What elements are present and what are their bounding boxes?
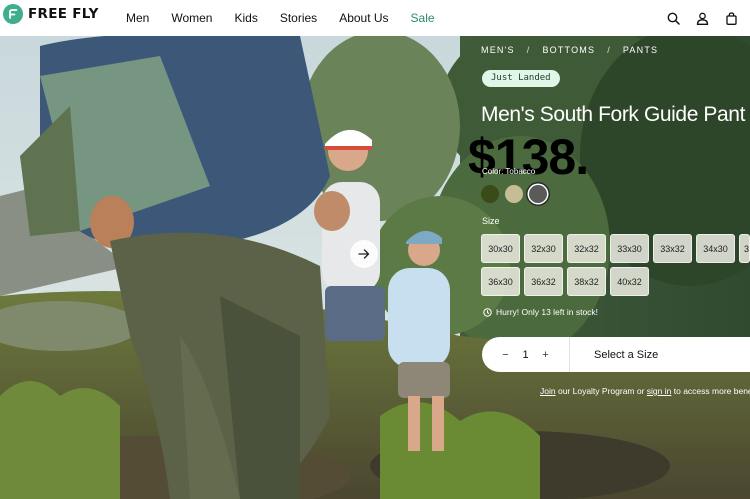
quantity-increase-button[interactable]: + [537,349,555,361]
product-info-panel: MEN'S / BOTTOMS / PANTS Just Landed Men'… [0,36,750,499]
nav-item-sale[interactable]: Sale [411,11,435,25]
breadcrumb-pants[interactable]: PANTS [623,45,658,55]
sign-in-link[interactable]: sign in [647,386,672,396]
color-swatch-slate[interactable] [529,185,547,203]
quantity-value[interactable]: 1 [515,349,537,361]
account-icon[interactable] [695,11,709,25]
stock-text: Hurry! Only 13 left in stock! [496,307,599,317]
stock-notice: Hurry! Only 13 left in stock! [483,307,598,317]
size-option-33x30[interactable]: 33x30 [610,234,649,263]
search-icon[interactable] [666,11,680,25]
breadcrumb-separator: / [607,45,611,55]
select-size-button[interactable]: Select a Size [594,349,658,361]
nav-item-kids[interactable]: Kids [234,11,257,25]
main-nav: Men Women Kids Stories About Us Sale [126,0,457,36]
product-title: Men's South Fork Guide Pant [481,103,746,126]
size-option-36x30[interactable]: 36x30 [481,267,520,296]
color-swatch-khaki[interactable] [505,185,523,203]
loyalty-text-end: to access more benefits [673,386,750,396]
nav-item-women[interactable]: Women [171,11,212,25]
quantity-decrease-button[interactable]: − [497,349,515,361]
breadcrumb: MEN'S / BOTTOMS / PANTS [481,45,658,55]
nav-item-stories[interactable]: Stories [280,11,317,25]
size-option-34x30[interactable]: 34x30 [696,234,735,263]
loyalty-message: Join our Loyalty Program or sign in to a… [540,386,750,396]
quantity-stepper: − 1 + [482,337,570,372]
size-option-33x32[interactable]: 33x32 [653,234,692,263]
breadcrumb-separator: / [526,45,531,55]
size-option-38x32[interactable]: 38x32 [567,267,606,296]
free-fly-logo-icon [3,4,23,24]
breadcrumb-bottoms[interactable]: BOTTOMS [542,45,595,55]
join-link[interactable]: Join [540,386,556,396]
size-option-30x30[interactable]: 30x30 [481,234,520,263]
size-option-32x32[interactable]: 32x32 [567,234,606,263]
color-swatches [481,185,553,203]
color-label: Color: Tobacco [482,167,536,176]
nav-item-men[interactable]: Men [126,11,149,25]
nav-item-about-us[interactable]: About Us [339,11,388,25]
size-option-40x32[interactable]: 40x32 [610,267,649,296]
brand-logo[interactable]: FREE FLY [3,4,99,24]
brand-name: FREE FLY [28,6,99,22]
size-label: Size [482,216,500,226]
breadcrumb-mens[interactable]: MEN'S [481,45,515,55]
color-swatch-olive[interactable] [481,185,499,203]
clock-icon [483,307,492,317]
size-option-34x32[interactable]: 34x32 [739,234,750,263]
hero-section: MEN'S / BOTTOMS / PANTS Just Landed Men'… [0,36,750,499]
add-to-cart-bar: − 1 + Select a Size [482,337,750,372]
product-price: $138. [468,129,589,185]
loyalty-text: our Loyalty Program or [557,386,645,396]
bag-icon[interactable] [724,11,738,25]
site-header: FREE FLY Men Women Kids Stories About Us… [0,0,750,36]
header-actions [651,0,738,36]
just-landed-badge: Just Landed [482,70,560,87]
size-option-32x30[interactable]: 32x30 [524,234,563,263]
size-option-36x32[interactable]: 36x32 [524,267,563,296]
